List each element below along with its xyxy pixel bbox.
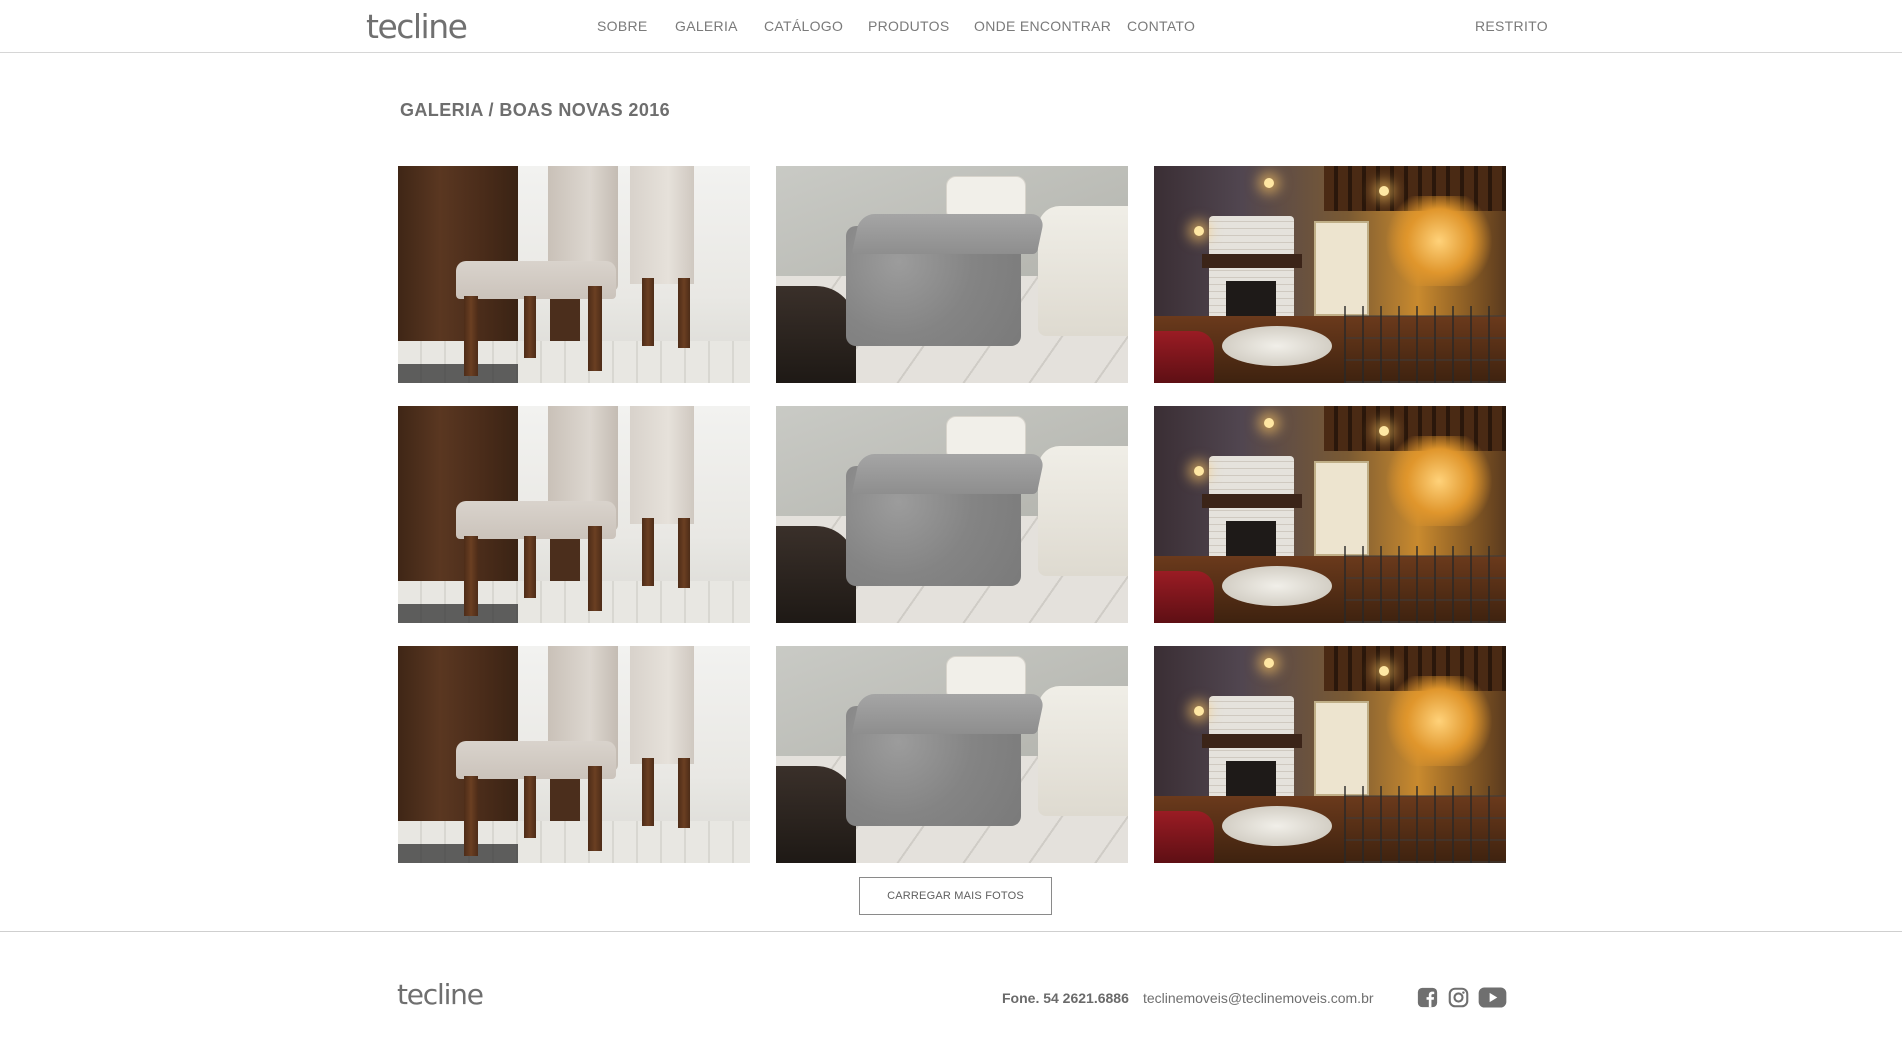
gallery-photo-restaurant[interactable]: [1154, 406, 1506, 623]
nav-item-galeria[interactable]: GALERIA: [675, 18, 738, 34]
nav-item-restrito[interactable]: RESTRITO: [1475, 18, 1548, 34]
page-title: GALERIA / BOAS NOVAS 2016: [400, 100, 671, 120]
footer-divider: [0, 931, 1902, 932]
gallery-photo-restaurant[interactable]: [1154, 646, 1506, 863]
nav-item-catalogo[interactable]: CATÁLOGO: [764, 18, 843, 34]
gallery-photo-chairs[interactable]: [398, 166, 750, 383]
nav-item-sobre[interactable]: SOBRE: [597, 18, 648, 34]
gallery-photo-chairs[interactable]: [398, 646, 750, 863]
footer-phone: Fone. 54 2621.6886: [1002, 990, 1129, 1006]
gallery-photo-restaurant[interactable]: [1154, 166, 1506, 383]
gallery-photo-pouf[interactable]: [776, 646, 1128, 863]
youtube-icon[interactable]: [1477, 986, 1507, 1008]
main-nav: SOBRE GALERIA CATÁLOGO PRODUTOS ONDE ENC…: [0, 18, 1902, 38]
nav-item-contato[interactable]: CONTATO: [1127, 18, 1195, 34]
gallery-photo-pouf[interactable]: [776, 166, 1128, 383]
gallery-photo-chairs[interactable]: [398, 406, 750, 623]
instagram-icon[interactable]: [1447, 986, 1469, 1008]
load-more-button[interactable]: CARREGAR MAIS FOTOS: [859, 877, 1052, 915]
footer-email-link[interactable]: teclinemoveis@teclinemoveis.com.br: [1143, 990, 1374, 1006]
nav-item-produtos[interactable]: PRODUTOS: [868, 18, 950, 34]
nav-item-onde-encontrar[interactable]: ONDE ENCONTRAR: [974, 18, 1111, 34]
footer-logo[interactable]: tecline: [397, 978, 484, 1011]
facebook-icon[interactable]: [1416, 986, 1438, 1008]
site-header: tecline SOBRE GALERIA CATÁLOGO PRODUTOS …: [0, 0, 1902, 53]
gallery-photo-pouf[interactable]: [776, 406, 1128, 623]
